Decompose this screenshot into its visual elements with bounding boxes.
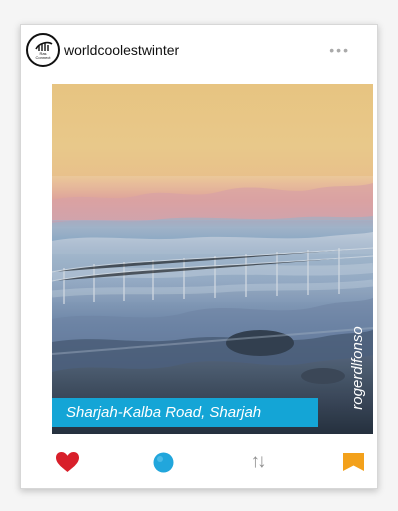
location-caption: Sharjah-Kalba Road, Sharjah (52, 398, 318, 427)
screen: Ras Connect worldcoolestwinter ••• Sharj… (0, 0, 398, 511)
card-shadow (55, 486, 343, 496)
landscape-illustration (52, 176, 373, 434)
comment-button[interactable] (148, 447, 178, 477)
photographer-credit: rogerdlfonso (349, 326, 366, 410)
heart-icon (55, 452, 79, 472)
post-actions: ↑↓ (52, 447, 373, 477)
bookmark-button[interactable] (338, 447, 368, 477)
more-icon[interactable]: ••• (329, 43, 350, 57)
post-photo[interactable]: Sharjah-Kalba Road, Sharjah rogerdlfonso (52, 84, 373, 434)
post-header: Ras Connect worldcoolestwinter ••• (26, 33, 356, 67)
username[interactable]: worldcoolestwinter (64, 42, 179, 58)
like-button[interactable] (52, 447, 82, 477)
avatar-logo-text: Ras Connect (35, 51, 51, 60)
sort-button[interactable]: ↑↓ (242, 447, 272, 477)
bookmark-icon (342, 453, 364, 471)
comment-icon (153, 452, 173, 472)
avatar[interactable]: Ras Connect (26, 33, 60, 67)
sort-icon: ↑↓ (250, 451, 267, 472)
